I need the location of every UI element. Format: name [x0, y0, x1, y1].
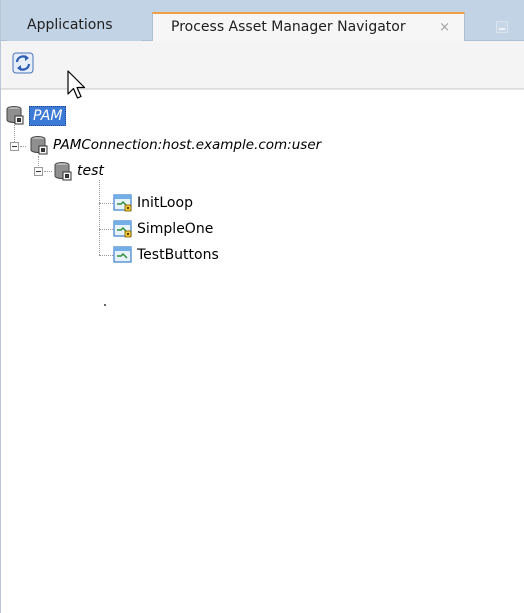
tab-bar: Applications Process Asset Manager Navig… [1, 0, 524, 42]
mouse-cursor-icon [67, 70, 86, 99]
stray-pixel [104, 304, 106, 306]
tab-pam-navigator-label: Process Asset Manager Navigator [171, 19, 406, 35]
database-icon [54, 162, 72, 181]
refresh-icon[interactable] [11, 51, 35, 75]
collapse-connection-toggle[interactable] [10, 142, 19, 151]
collapse-test-toggle[interactable] [34, 167, 43, 176]
tree-node-testbuttons-label: TestButtons [137, 247, 219, 263]
tree-connector [99, 180, 100, 255]
tree-node-test-label: test [77, 163, 104, 179]
tree-node-simpleone-label: SimpleOne [137, 221, 214, 237]
tree-connector [99, 203, 113, 204]
process-locked-icon [113, 220, 132, 238]
tree-connector [99, 255, 113, 256]
tab-applications-label: Applications [27, 17, 113, 33]
tree-node-connection-label: PAMConnection:host.example.com:user [53, 137, 322, 153]
process-icon [113, 246, 132, 263]
minimize-window-button[interactable] [496, 21, 508, 33]
process-locked-icon [113, 194, 132, 212]
tab-applications[interactable]: Applications [7, 12, 141, 41]
tab-process-asset-manager-navigator[interactable]: Process Asset Manager Navigator × [152, 12, 465, 42]
tree-connector [44, 171, 52, 172]
tree-connector [20, 146, 26, 147]
tree-connector [99, 229, 113, 230]
pam-navigator-window: Applications Process Asset Manager Navig… [0, 0, 524, 613]
navigator-tree: PAM PAMConnection:host.example.com:user … [1, 89, 524, 613]
close-icon[interactable]: × [439, 14, 450, 41]
database-icon [30, 136, 48, 155]
database-icon [6, 106, 24, 125]
tree-node-pam-label: PAM [29, 106, 67, 126]
tree-node-initloop-label: InitLoop [137, 195, 193, 211]
